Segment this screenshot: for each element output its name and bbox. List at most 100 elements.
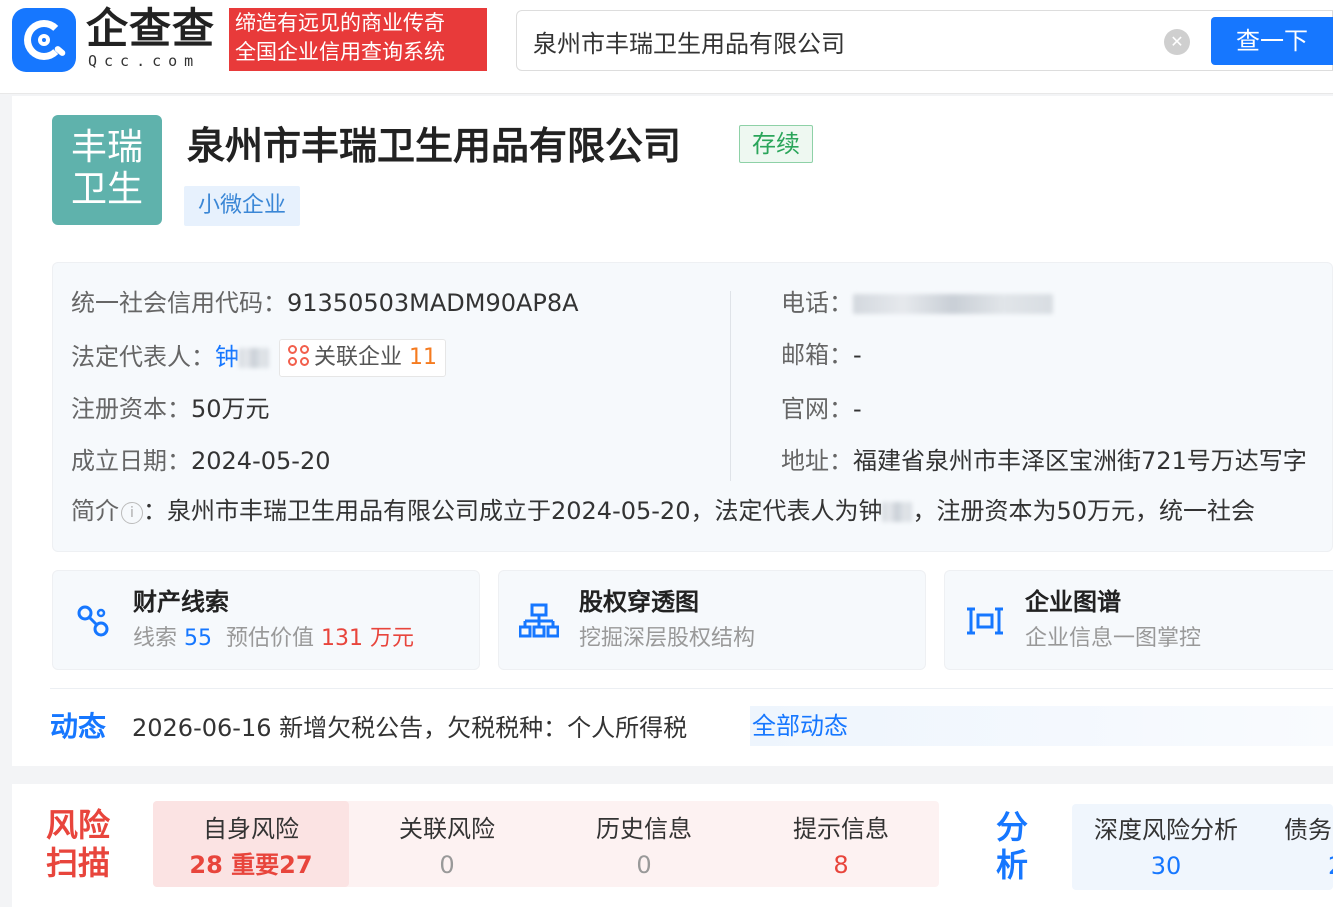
debt-name: 债务 [1284,816,1332,844]
slogan-banner: 缔造有远见的商业传奇 全国企业信用查询系统 [229,8,487,71]
hint-info-count: 8 [833,851,849,879]
all-dynamics-link[interactable]: 全部动态 [750,706,1333,746]
top-header: 企查查 Qcc.com 缔造有远见的商业传奇 全国企业信用查询系统 ✕ 查一下 [0,0,1333,94]
logo-name[interactable]: 企查查 [86,6,215,52]
divider [50,688,1333,689]
company-name: 泉州市丰瑞卫生用品有限公司 [187,124,682,168]
dynamics-text[interactable]: 2026-06-16 新增欠税公告，欠税税种：个人所得税 [132,710,687,746]
credit-code-row: 统一社会信用代码：91350503MADM90AP8A [71,287,579,319]
dynamics-label: 动态 [50,710,107,743]
tab-related-risk[interactable]: 关联风险 0 [349,801,545,887]
logo-domain: Qcc.com [88,52,201,70]
size-tag[interactable]: 小微企业 [184,186,301,226]
redacted-intro-blur [882,502,913,522]
email-label: 邮箱： [781,341,853,369]
self-risk-name: 自身风险 [203,815,299,843]
asset-clues-title: 财产线索 [133,588,229,616]
estimated-value-num: 131 [321,626,364,651]
capital-row: 注册资本：50万元 [71,393,270,425]
analysis-tabs: 深度风险分析 30 债务 2 [1072,804,1333,890]
qcc-logo-icon[interactable] [12,8,76,72]
clear-icon[interactable]: ✕ [1164,29,1190,55]
search-button[interactable]: 查一下 [1211,17,1333,65]
asset-clues-label: 线索 [133,626,178,651]
phone-label: 电话： [781,289,853,317]
capital-value: 50万元 [191,395,270,423]
company-logo-line-1: 丰瑞 [70,127,143,168]
asset-clues-icon [77,605,109,637]
asset-clues-sub: 线索 55 预估价值 131 万元 [133,623,414,655]
company-graph-sub: 企业信息一图掌控 [1025,626,1202,651]
address-row: 地址：福建省泉州市丰泽区宝洲街721号万达写字 [781,445,1333,477]
analysis-label-line-2: 析 [995,846,1028,884]
self-risk-count: 28 [189,851,223,879]
website-row: 官网：- [781,393,862,425]
company-card: 丰瑞 卫生 泉州市丰瑞卫生用品有限公司 存续 小微企业 统一社会信用代码：913… [12,96,1333,766]
phone-row: 电话： [781,287,1053,319]
legal-rep-name[interactable]: 钟 [215,343,239,371]
related-companies-count: 11 [409,345,438,370]
email-row: 邮箱：- [781,339,862,371]
asset-clues-card[interactable]: 财产线索 线索 55 预估价值 131 万元 [52,570,480,670]
company-graph-card[interactable]: 企业图谱 企业信息一图掌控 [944,570,1333,670]
history-info-count: 0 [636,851,652,879]
estimated-value-unit: 万元 [370,626,415,651]
risk-scan-label-line-2: 扫描 [45,844,110,882]
intro-label: 简介 [71,497,119,525]
address-label: 地址： [781,447,853,475]
company-graph-title: 企业图谱 [1025,588,1121,616]
search-box: ✕ 查一下 [516,10,1333,71]
info-icon[interactable]: i [121,502,143,524]
risk-scan-label: 风险 扫描 [42,806,114,882]
debt-count: 2 [1284,850,1333,882]
company-logo-line-2: 卫生 [70,169,143,210]
self-risk-important: 重要27 [231,851,313,879]
website-label: 官网： [781,395,853,423]
credit-code-value: 91350503MADM90AP8A [287,289,579,317]
estimated-value-label: 预估价值 [226,626,315,651]
related-companies-button[interactable]: 关联企业 11 [279,339,447,377]
email-value: - [853,341,862,369]
slogan-line-2: 全国企业信用查询系统 [235,40,445,64]
equity-chart-card[interactable]: 股权穿透图 挖掘深层股权结构 [498,570,926,670]
info-divider [730,291,731,481]
hint-info-name: 提示信息 [793,815,889,843]
capital-label: 注册资本： [71,395,191,423]
self-risk-values: 28 重要27 [153,849,349,881]
founded-value: 2024-05-20 [191,447,331,475]
search-input[interactable] [533,23,1133,59]
network-icon [288,345,310,367]
tab-debt[interactable]: 债务 2 [1284,804,1333,890]
related-companies-label: 关联企业 [314,345,403,370]
founded-label: 成立日期： [71,447,191,475]
risk-scan-card: 风险 扫描 自身风险 28 重要27 关联风险 0 历史信息 0 提示信息 8 … [12,784,1333,907]
redacted-name-blur [239,348,269,368]
website-value: - [853,395,862,423]
deep-risk-name: 深度风险分析 [1094,816,1238,844]
slogan-line-1: 缔造有远见的商业传奇 [235,11,445,35]
tab-hint-info[interactable]: 提示信息 8 [743,801,939,887]
analysis-label: 分 析 [992,808,1032,884]
intro-text-a: 泉州市丰瑞卫生用品有限公司成立于2024-05-20，法定代表人为钟 [167,497,883,525]
redacted-phone-blur [853,294,1053,314]
intro-text-b: ，注册资本为50万元，统一社会 [912,497,1256,525]
history-info-name: 历史信息 [596,815,692,843]
status-badge: 存续 [739,125,813,163]
tab-deep-risk-analysis[interactable]: 深度风险分析 30 [1086,804,1246,890]
tab-self-risk[interactable]: 自身风险 28 重要27 [153,801,349,887]
company-graph-icon [967,607,1003,635]
legal-rep-row: 法定代表人：钟 关联企业 11 [71,339,447,377]
analysis-label-line-1: 分 [995,808,1028,846]
legal-rep-label: 法定代表人： [71,343,215,371]
address-value[interactable]: 福建省泉州市丰泽区宝洲街721号万达写字 [853,447,1307,475]
equity-chart-title: 股权穿透图 [579,588,699,616]
equity-chart-sub: 挖掘深层股权结构 [579,626,756,651]
risk-tabs: 自身风险 28 重要27 关联风险 0 历史信息 0 提示信息 8 [153,801,939,887]
basic-info-panel: 统一社会信用代码：91350503MADM90AP8A 法定代表人：钟 关联企业 … [52,262,1333,552]
tab-history-info[interactable]: 历史信息 0 [546,801,742,887]
intro-colon: ： [143,497,167,525]
intro-row: 简介 i ：泉州市丰瑞卫生用品有限公司成立于2024-05-20，法定代表人为钟 ，注… [71,495,1333,527]
founded-row: 成立日期：2024-05-20 [71,445,330,477]
deep-risk-count: 30 [1150,852,1182,880]
related-risk-count: 0 [439,851,455,879]
